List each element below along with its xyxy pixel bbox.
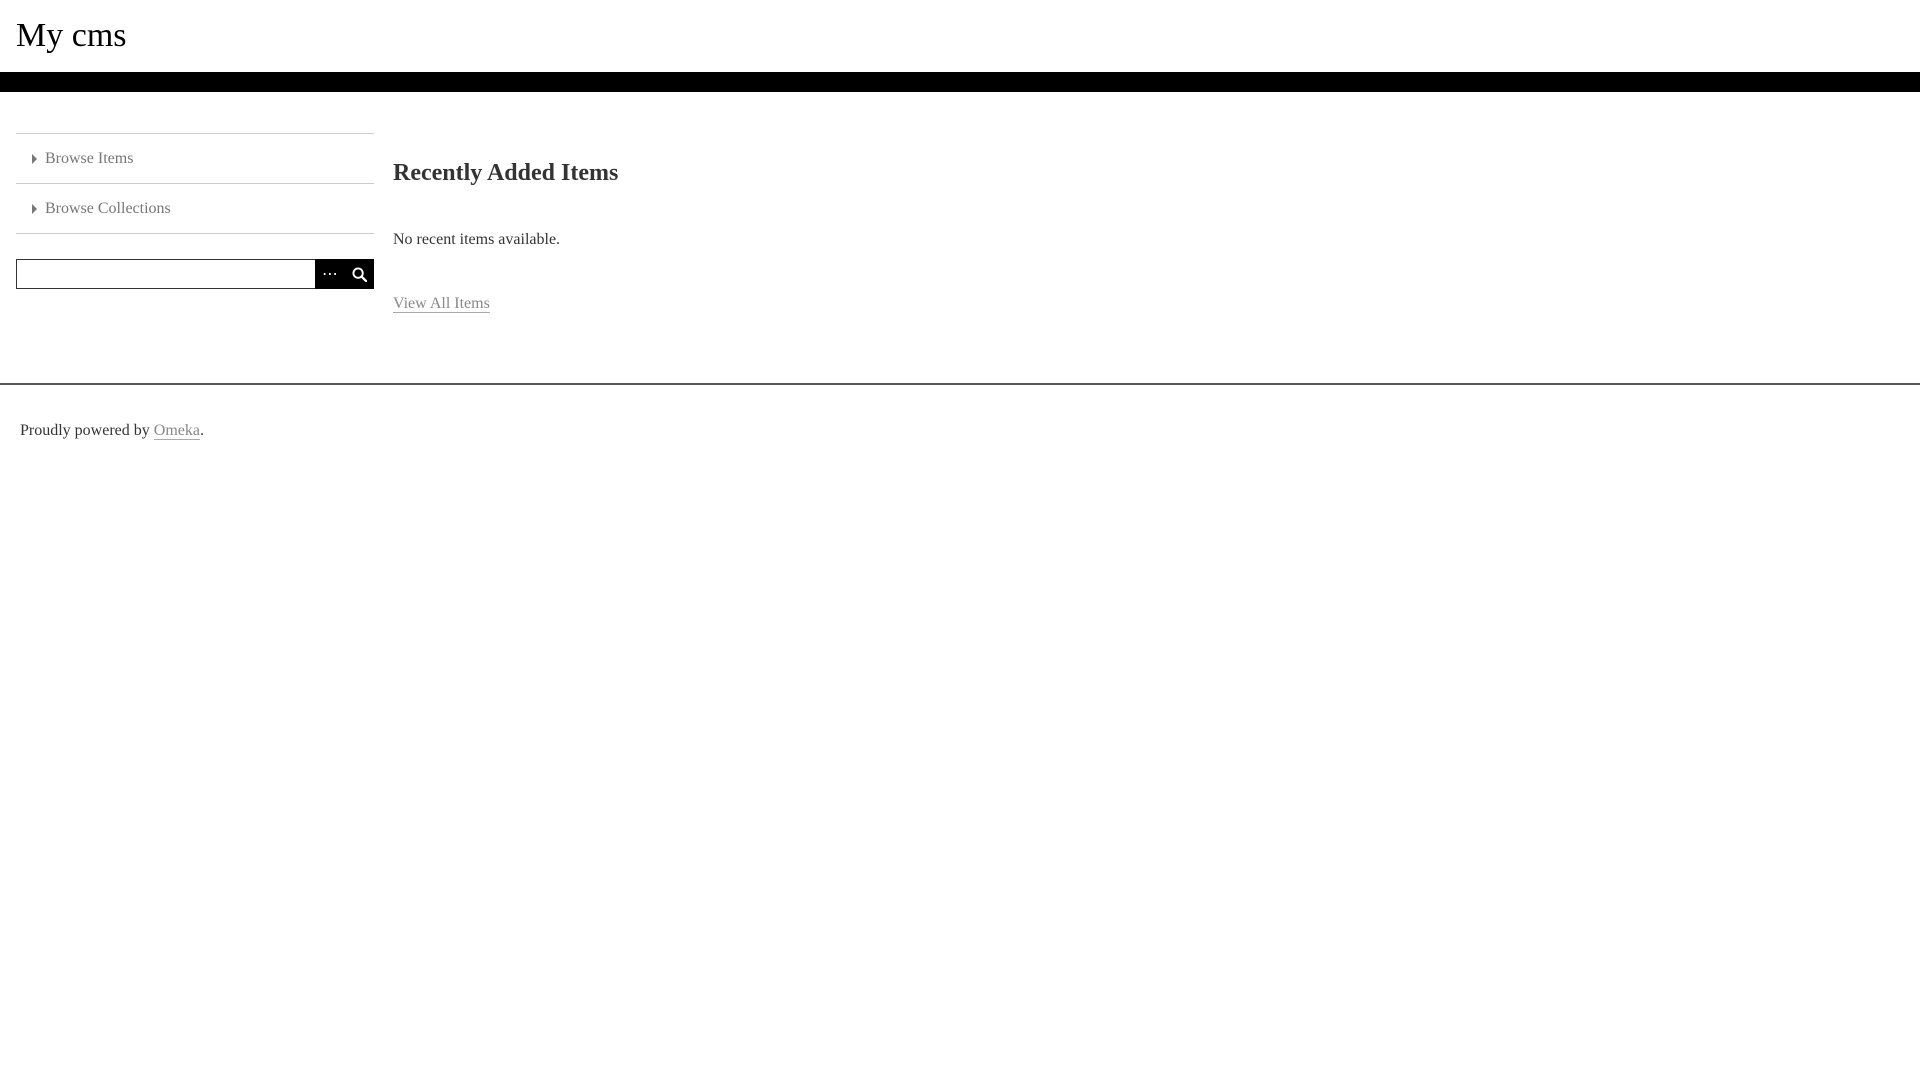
view-all-items-link[interactable]: View All Items xyxy=(393,295,490,313)
sidebar-nav: Browse Items Browse Collections xyxy=(16,133,374,234)
search-input[interactable] xyxy=(16,259,315,289)
sidebar-item-browse-items[interactable]: Browse Items xyxy=(16,134,374,184)
empty-state-message: No recent items available. xyxy=(393,231,561,248)
sidebar: Browse Items Browse Collections ⋯ xyxy=(16,133,374,289)
site-title[interactable]: My cms xyxy=(16,16,127,56)
caret-right-icon xyxy=(32,203,37,214)
search-form: ⋯ xyxy=(16,259,374,289)
footer-prefix: Proudly powered by xyxy=(20,422,154,439)
site-footer: Proudly powered by Omeka. xyxy=(20,422,204,440)
main-content: Recently Added Items No recent items ava… xyxy=(393,155,1793,313)
search-submit-button[interactable] xyxy=(345,259,374,289)
footer-divider xyxy=(0,383,1920,385)
omeka-link[interactable]: Omeka xyxy=(153,422,200,440)
footer-suffix: . xyxy=(199,422,204,439)
recent-items-heading: Recently Added Items xyxy=(393,160,619,186)
top-nav-bar xyxy=(0,72,1920,92)
search-icon xyxy=(352,266,367,282)
ellipsis-icon: ⋯ xyxy=(322,264,338,283)
sidebar-item-browse-collections[interactable]: Browse Collections xyxy=(16,184,374,234)
caret-right-icon xyxy=(32,153,37,164)
advanced-search-button[interactable]: ⋯ xyxy=(315,259,345,289)
sidebar-item-label: Browse Items xyxy=(45,149,134,167)
sidebar-item-label: Browse Collections xyxy=(45,199,171,217)
site-header: My cms xyxy=(0,0,1920,72)
